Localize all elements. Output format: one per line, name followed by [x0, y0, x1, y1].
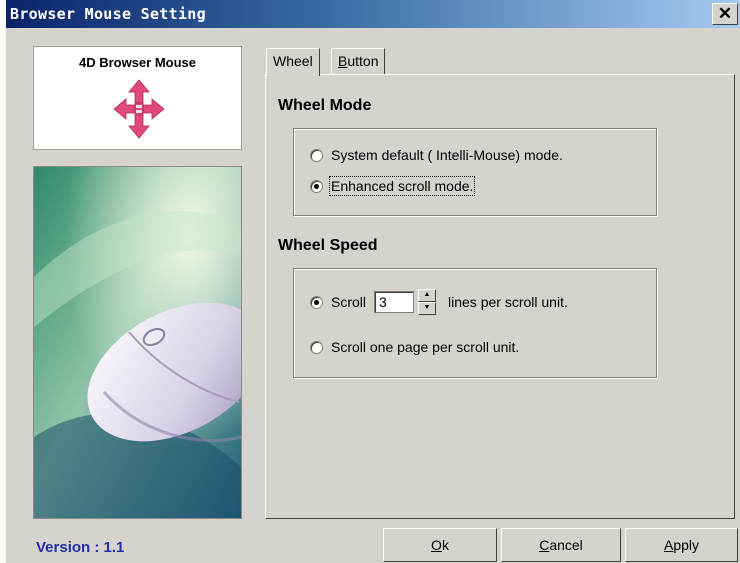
scroll-lines-input[interactable]: 3	[374, 291, 415, 313]
tab-panel-wheel: Wheel Mode System default ( Intelli-Mous…	[265, 74, 735, 519]
cancel-button-label: ancel	[549, 537, 583, 553]
ok-button[interactable]: Ok	[383, 528, 497, 562]
radio-scroll-page-label: Scroll one page per scroll unit.	[331, 339, 520, 355]
cancel-button-mnemonic: C	[539, 537, 550, 553]
spin-up-icon[interactable]: ▲	[418, 289, 437, 302]
radio-system-default-button[interactable]	[310, 148, 323, 162]
product-name: 4D Browser Mouse	[78, 55, 197, 70]
tab-wheel[interactable]: Wheel	[266, 48, 320, 76]
apply-button-mnemonic: A	[663, 537, 674, 553]
dialog-window: Browser Mouse Setting ✕ 4D Browser Mouse	[6, 0, 740, 563]
radio-scroll-lines-button[interactable]	[310, 295, 323, 309]
radio-scroll-lines[interactable]: Scroll 3 ▲ ▼ lines per scroll unit.	[310, 289, 568, 315]
apply-button-label: pply	[673, 537, 700, 553]
ok-button-label: k	[441, 537, 449, 553]
tab-button-label: utton	[347, 53, 379, 69]
title-bar[interactable]: Browser Mouse Setting ✕	[6, 0, 740, 28]
version-label: Version : 1.1	[36, 539, 125, 556]
tab-wheel-label: Wheel	[273, 53, 313, 69]
close-button[interactable]: ✕	[712, 3, 738, 25]
radio-enhanced-scroll[interactable]: Enhanced scroll mode.	[310, 176, 476, 196]
ok-button-mnemonic: O	[431, 537, 442, 553]
radio-enhanced-scroll-label: Enhanced scroll mode.	[328, 176, 476, 196]
mouse-illustration	[33, 166, 242, 519]
tab-button[interactable]: Button	[331, 48, 386, 75]
tab-button-mnemonic: B	[338, 53, 348, 69]
radio-scroll-page-button[interactable]	[310, 340, 323, 354]
wheel-speed-group: Scroll 3 ▲ ▼ lines per scroll unit. Scro…	[293, 268, 657, 378]
window-title: Browser Mouse Setting	[10, 5, 206, 23]
radio-enhanced-scroll-button[interactable]	[310, 179, 323, 193]
four-way-arrow-icon	[113, 79, 165, 139]
radio-scroll-page[interactable]: Scroll one page per scroll unit.	[310, 339, 519, 355]
scroll-suffix-label: lines per scroll unit.	[448, 294, 568, 310]
wheel-mode-group: System default ( Intelli-Mouse) mode. En…	[293, 128, 657, 216]
wheel-mode-heading: Wheel Mode	[278, 97, 372, 114]
spin-down-icon[interactable]: ▼	[418, 302, 437, 315]
scroll-prefix-label: Scroll	[331, 294, 367, 310]
radio-system-default[interactable]: System default ( Intelli-Mouse) mode.	[310, 147, 563, 163]
radio-system-default-label: System default ( Intelli-Mouse) mode.	[331, 147, 563, 163]
mouse-picture	[34, 167, 241, 518]
close-icon: ✕	[717, 4, 733, 23]
apply-button[interactable]: Apply	[625, 528, 738, 562]
cancel-button[interactable]: Cancel	[501, 528, 621, 562]
wheel-speed-heading: Wheel Speed	[278, 237, 378, 254]
scroll-lines-spinner[interactable]: ▲ ▼	[418, 289, 437, 315]
product-logo-panel: 4D Browser Mouse	[33, 46, 242, 150]
